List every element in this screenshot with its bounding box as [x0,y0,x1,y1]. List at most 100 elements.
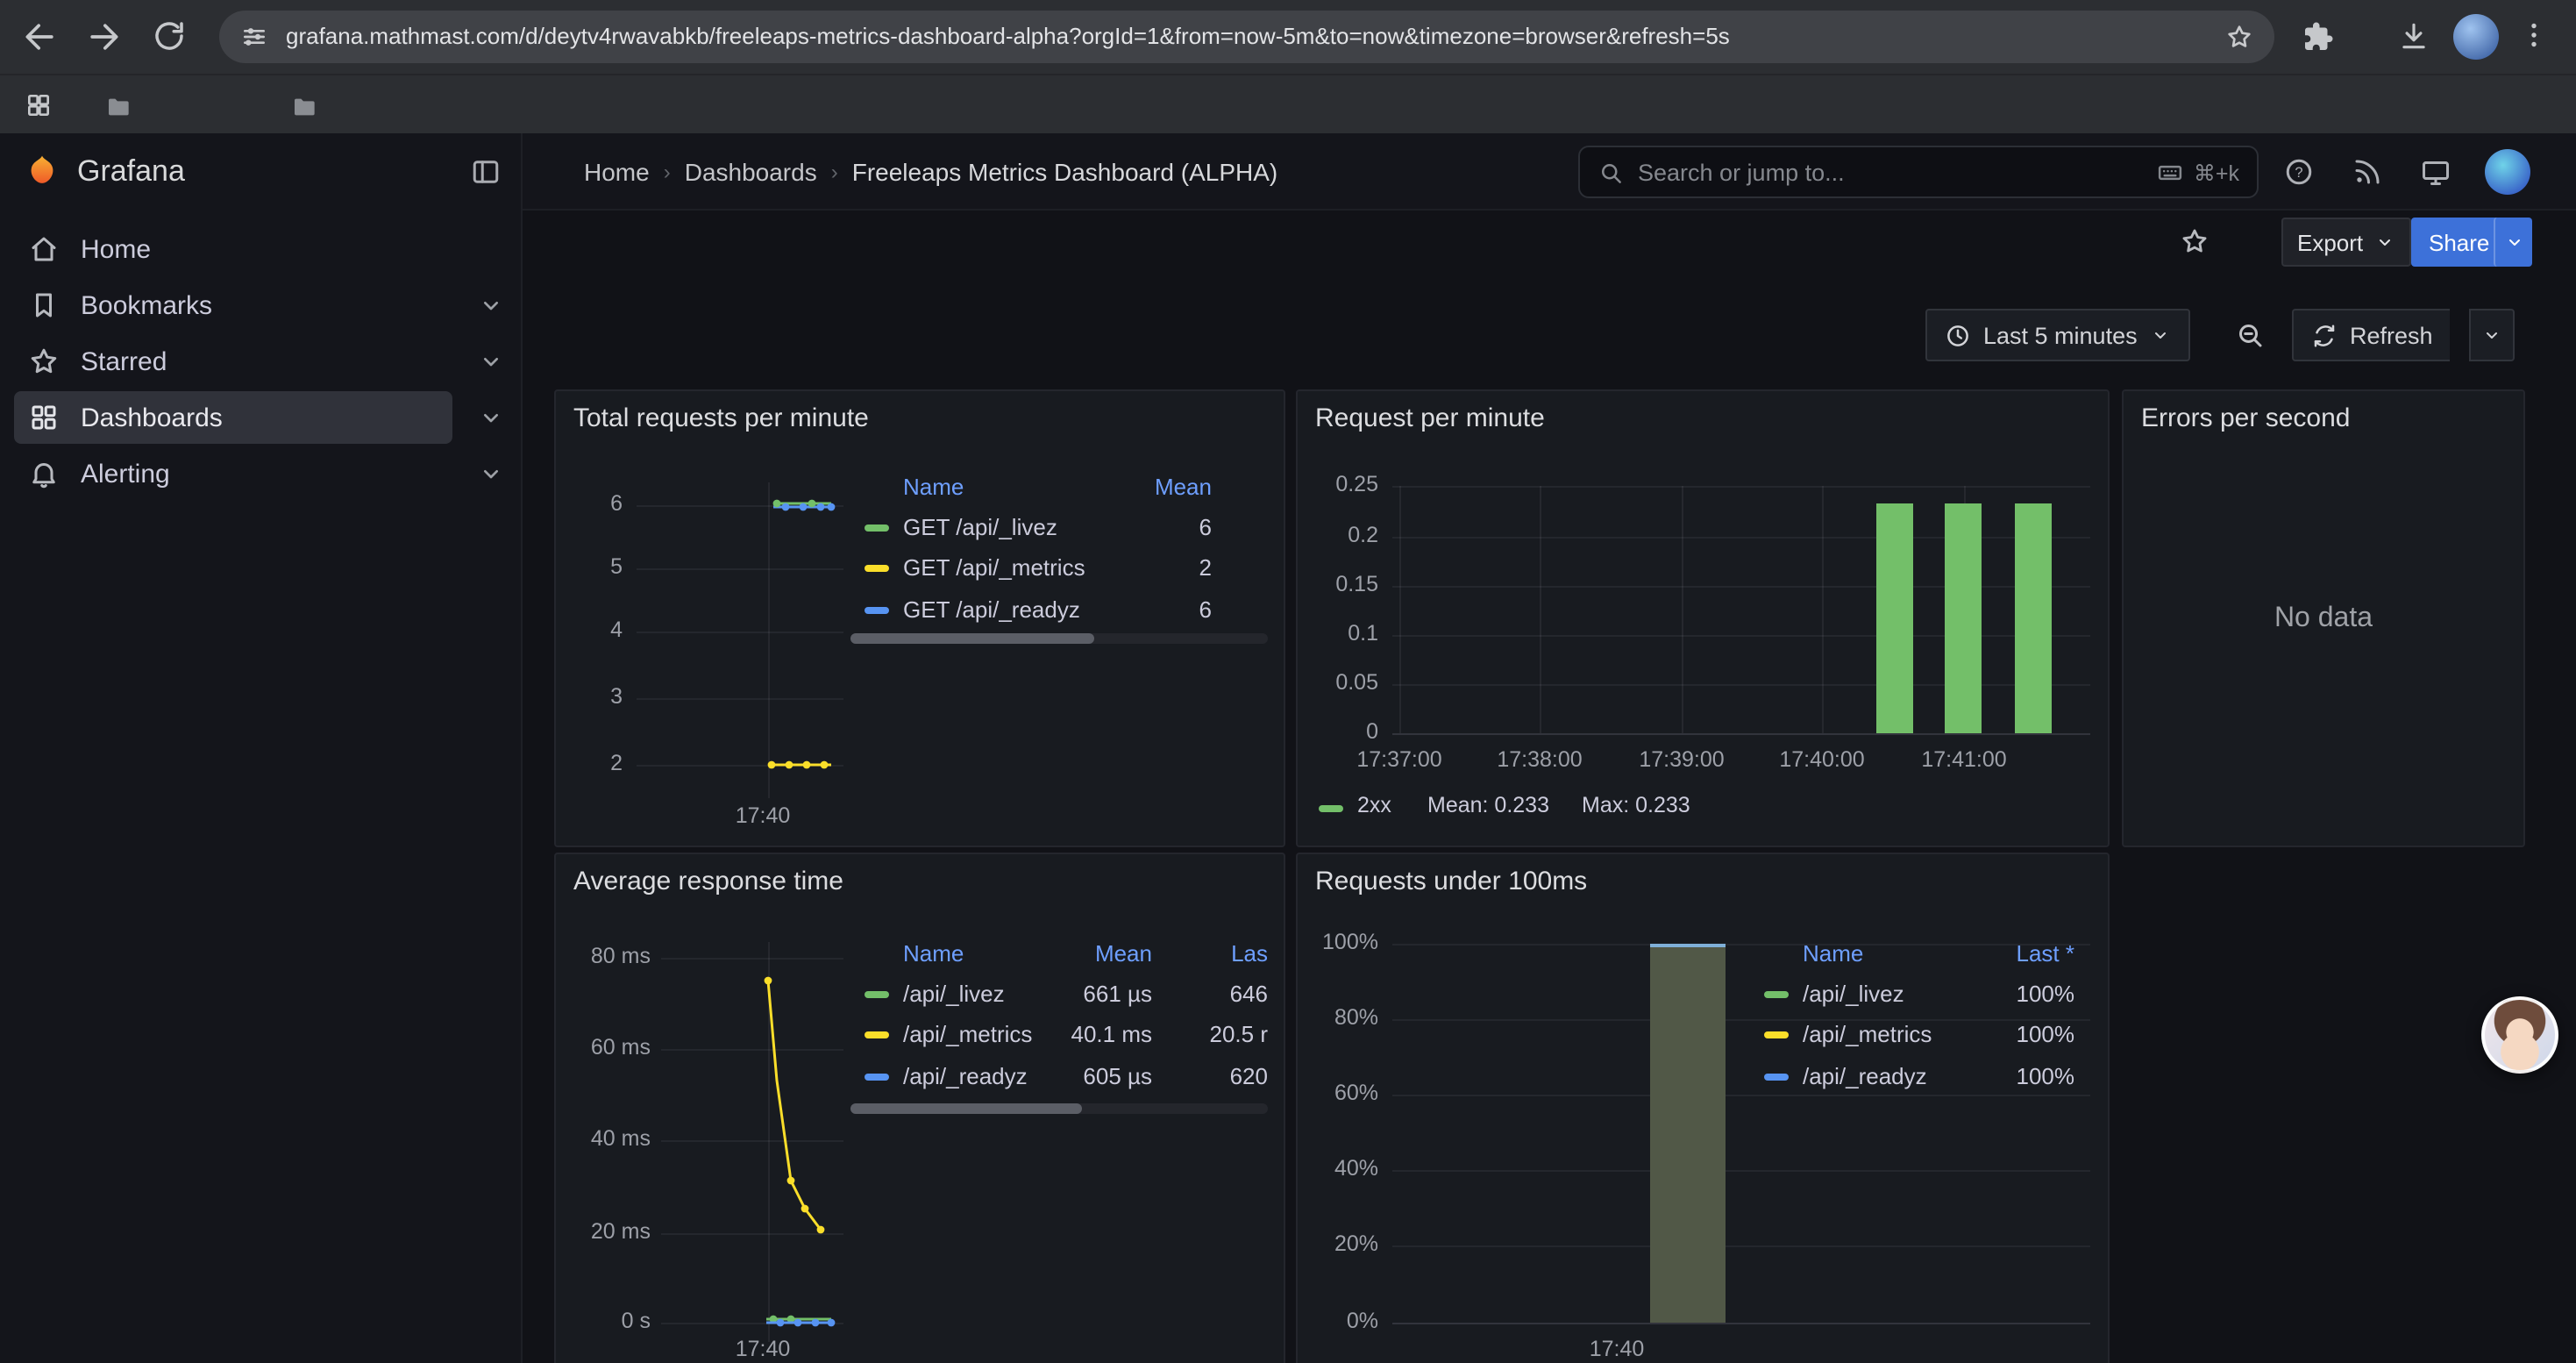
apps-icon [28,402,60,433]
legend-series-name[interactable]: /api/_livez [1803,981,1904,1007]
share-menu-button[interactable] [2494,218,2532,267]
zoom-out-time-button[interactable] [2234,319,2266,351]
chevron-down-icon[interactable] [477,347,505,375]
site-info-icon[interactable] [240,23,268,51]
chevron-down-icon [2481,325,2502,346]
chevron-down-icon [2373,232,2395,253]
legend-scrollbar[interactable] [850,1103,1268,1114]
url-bar[interactable]: grafana.mathmast.com/d/deytv4rwavabkb/fr… [219,11,2274,63]
legend-series-name[interactable]: /api/_livez [903,981,1005,1007]
chevron-down-icon[interactable] [477,460,505,488]
extensions-button[interactable] [2302,21,2334,53]
legend-series-name[interactable]: 2xx [1357,793,1391,817]
legend-series-name[interactable]: GET /api/_readyz [903,596,1080,623]
legend-col-mean[interactable]: Mean [1095,940,1152,967]
legend-series-name[interactable]: GET /api/_metrics [903,554,1085,581]
legend-col-last[interactable]: Las [1231,940,1268,967]
legend-max: Max: 0.233 [1582,793,1690,817]
legend-scrollbar[interactable] [850,633,1268,644]
breadcrumb-dashboards[interactable]: Dashboards [685,158,817,186]
grafana-brand-title: Grafana [77,133,185,211]
legend-row[interactable]: GET /api/_readyz 6 [850,595,1268,626]
chevron-down-icon[interactable] [477,403,505,432]
forward-button[interactable] [84,18,123,56]
scrollbar-thumb[interactable] [850,633,1094,644]
sidebar-item-starred[interactable]: Starred [0,333,523,389]
star-outline-icon [2180,226,2210,256]
x-tick: 17:41:00 [1908,747,2020,772]
legend-col-name[interactable]: Name [903,940,964,967]
legend-row[interactable]: /api/_metrics 40.1 ms 20.5 r [850,1019,1268,1051]
search-input[interactable]: Search or jump to... ⌘+k [1578,146,2259,198]
sidebar-item-dashboards[interactable]: Dashboards [0,389,523,446]
downloads-button[interactable] [2397,19,2430,53]
news-button[interactable] [2352,156,2383,188]
share-button[interactable]: Share [2411,218,2507,267]
legend-row[interactable]: /api/_metrics 100% [1743,1019,2089,1051]
legend-col-mean[interactable]: Mean [1155,474,1212,500]
refresh-interval-button[interactable] [2469,309,2515,361]
favorite-dashboard-button[interactable] [2180,226,2210,256]
legend-last-value: 100% [2017,1021,2075,1047]
export-button[interactable]: Export [2281,218,2410,267]
series-color-dash [1764,991,1789,998]
legend-row[interactable]: GET /api/_livez 6 [850,512,1268,544]
panel-title[interactable]: Request per minute [1315,403,1545,433]
sidebar-collapse-button[interactable] [470,156,502,188]
bookmark-star-icon[interactable] [2225,23,2253,51]
grafana-logo-icon[interactable] [23,153,61,191]
y-tick: 60% [1312,1081,1378,1105]
keyboard-icon [2157,159,2183,185]
x-tick: 17:40 [1575,1337,1659,1361]
legend-col-name[interactable]: Name [903,474,964,500]
refresh-label: Refresh [2350,322,2433,348]
scrollbar-thumb[interactable] [850,1103,1082,1114]
legend-col-last[interactable]: Last * [2017,940,2075,967]
sidebar-item-alerting[interactable]: Alerting [0,446,523,502]
series-color-dash [865,525,889,532]
breadcrumb-home[interactable]: Home [584,158,650,186]
help-button[interactable]: ? [2283,156,2315,188]
x-tick: 17:38:00 [1484,747,1596,772]
legend-row[interactable]: /api/_readyz 100% [1743,1061,2089,1093]
sidebar-item-home[interactable]: Home [0,221,523,277]
legend-row[interactable]: /api/_livez 100% [1743,979,2089,1010]
time-range-picker[interactable]: Last 5 minutes [1925,309,2190,361]
zoom-out-icon [2234,319,2266,351]
apps-grid-icon[interactable] [25,91,53,119]
legend-series-name[interactable]: GET /api/_livez [903,514,1057,540]
url-text[interactable]: grafana.mathmast.com/d/deytv4rwavabkb/fr… [286,11,2204,63]
breadcrumb-separator: › [664,160,671,184]
x-tick: 17:37:00 [1343,747,1455,772]
refresh-button[interactable]: Refresh [2292,309,2451,361]
assistant-avatar-button[interactable] [2481,996,2558,1074]
chevron-down-icon[interactable] [477,291,505,319]
legend-row[interactable]: /api/_readyz 605 µs 620 [850,1061,1268,1093]
series-color-dash [865,991,889,998]
legend-series-name[interactable]: /api/_metrics [1803,1021,1932,1047]
legend-row[interactable]: /api/_livez 661 µs 646 [850,979,1268,1010]
share-label: Share [2429,229,2489,255]
chevron-down-icon [2150,325,2171,346]
legend-row[interactable]: GET /api/_metrics 2 [850,553,1268,584]
y-tick: 40% [1312,1156,1378,1181]
legend-mean-value: 6 [1199,514,1212,540]
legend-col-name[interactable]: Name [1803,940,1863,967]
back-button[interactable] [21,18,60,56]
legend-mean-value: 605 µs [1083,1063,1152,1089]
user-avatar[interactable] [2485,149,2530,195]
sidebar-item-bookmarks[interactable]: Bookmarks [0,277,523,333]
legend-series-name[interactable]: /api/_readyz [1803,1063,1927,1089]
browser-menu-button[interactable] [2518,19,2550,51]
legend-last-value: 646 [1230,981,1268,1007]
search-shortcut: ⌘+k [2194,159,2239,185]
browser-profile-avatar[interactable] [2453,14,2499,60]
panel-title[interactable]: Requests under 100ms [1315,867,1587,896]
grafana-sidebar: Grafana Home Bookmarks [0,133,523,1363]
reload-button[interactable] [151,18,188,54]
kiosk-mode-button[interactable] [2420,156,2451,188]
legend-series-name[interactable]: /api/_readyz [903,1063,1028,1089]
breadcrumb: Home › Dashboards › Freeleaps Metrics Da… [584,133,1277,211]
legend-series-name[interactable]: /api/_metrics [903,1021,1032,1047]
legend-mean-value: 6 [1199,596,1212,623]
